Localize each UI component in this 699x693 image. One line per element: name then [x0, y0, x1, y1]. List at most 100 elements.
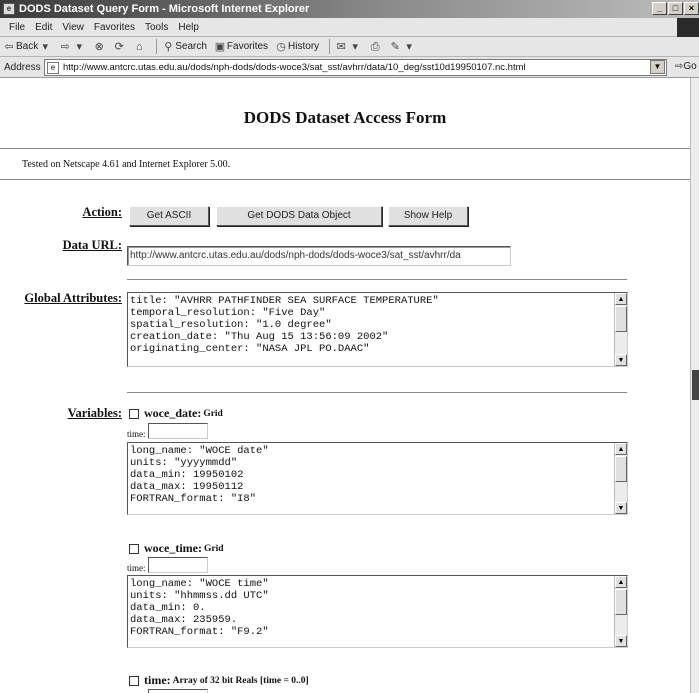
scroll-up-arrow-icon[interactable]: ▲ [615, 443, 627, 455]
scroll-up-arrow-icon[interactable]: ▲ [615, 293, 627, 305]
textarea-scrollbar[interactable]: ▲ ▼ [614, 576, 627, 647]
divider [127, 279, 627, 280]
search-icon: ⚲ [164, 40, 173, 53]
variable-header-woce-time: woce_time: Grid [129, 541, 224, 556]
print-icon: ⎙ [370, 40, 380, 53]
home-button[interactable]: ⌂ [132, 40, 146, 54]
history-icon: ◷ [276, 40, 286, 53]
chevron-down-icon: ▾ [352, 40, 358, 53]
woce-time-checkbox[interactable] [129, 543, 139, 554]
show-help-button[interactable]: Show Help [388, 206, 468, 226]
tested-note: Tested on Netscape 4.61 and Internet Exp… [22, 159, 231, 170]
variable-name: woce_date: [144, 406, 202, 420]
window-title-bar: e DODS Dataset Query Form - Microsoft In… [0, 0, 699, 18]
global-attributes-textarea[interactable]: title: "AVHRR PATHFINDER SEA SURFACE TEM… [127, 292, 628, 367]
scroll-down-arrow-icon[interactable]: ▼ [615, 502, 627, 514]
woce-time-attributes-textarea[interactable]: long_name: "WOCE time" units: "hhmmss.dd… [127, 575, 628, 648]
woce-time-attributes-text: long_name: "WOCE time" units: "hhmmss.dd… [130, 578, 269, 638]
menu-bar: File Edit View Favorites Tools Help [0, 18, 699, 37]
search-label: Search [175, 41, 207, 52]
divider [0, 179, 690, 180]
global-attributes-label: Global Attributes: [24, 291, 122, 305]
woce-time-time-input[interactable] [148, 557, 208, 573]
page-viewport: DODS Dataset Access Form Tested on Netsc… [0, 78, 690, 693]
toolbar-separator [156, 39, 158, 54]
favorites-label: Favorites [226, 41, 269, 52]
divider [127, 392, 627, 393]
variables-label: Variables: [67, 406, 122, 420]
textarea-scrollbar[interactable]: ▲ ▼ [614, 443, 627, 514]
variable-header-time: time: Array of 32 bit Reals [time = 0..0… [129, 673, 309, 688]
menu-favorites[interactable]: Favorites [94, 22, 135, 33]
close-button[interactable]: × [684, 2, 699, 15]
edit-button[interactable]: ✎ ▾ [388, 40, 416, 54]
back-button[interactable]: ⇦ Back ▾ [2, 40, 52, 54]
chevron-down-icon: ▾ [406, 40, 412, 53]
action-label: Action: [82, 205, 122, 219]
page-title: DODS Dataset Access Form [243, 108, 447, 127]
chevron-down-icon: ▾ [42, 40, 48, 53]
address-dropdown-button[interactable]: ▼ [650, 60, 665, 74]
time-checkbox[interactable] [129, 675, 139, 686]
variable-type: Grid [203, 408, 223, 419]
scroll-down-arrow-icon[interactable]: ▼ [615, 354, 627, 366]
toolbar-separator [329, 39, 331, 54]
go-button[interactable]: ⇨Go [675, 61, 697, 72]
address-bar: Address e http://www.antcrc.utas.edu.au/… [0, 57, 699, 78]
mail-button[interactable]: ✉ ▾ [334, 40, 362, 54]
forward-button[interactable]: ⇨ ▾ [58, 40, 86, 54]
home-icon: ⌂ [135, 40, 143, 53]
menu-help[interactable]: Help [178, 22, 199, 33]
refresh-button[interactable]: ⟳ [112, 40, 126, 54]
history-button[interactable]: ◷ History [274, 40, 319, 54]
mail-icon: ✉ [336, 40, 346, 53]
search-button[interactable]: ⚲ Search [161, 40, 207, 54]
menu-view[interactable]: View [62, 22, 84, 33]
scroll-thumb[interactable] [615, 306, 627, 332]
stop-icon: ⊗ [94, 40, 104, 53]
menu-tools[interactable]: Tools [145, 22, 168, 33]
menu-file[interactable]: File [9, 22, 25, 33]
back-arrow-icon: ⇦ [4, 40, 14, 53]
variable-name: time: [144, 673, 171, 687]
dimension-label: time: [127, 429, 146, 439]
scroll-thumb[interactable] [615, 589, 627, 615]
menu-edit[interactable]: Edit [35, 22, 52, 33]
variable-header-woce-date: woce_date: Grid [129, 406, 223, 421]
get-ascii-button[interactable]: Get ASCII [129, 206, 209, 226]
variable-type: Array of 32 bit Reals [time = 0..0] [172, 675, 309, 686]
time-index-input[interactable] [148, 689, 208, 693]
woce-date-attributes-textarea[interactable]: long_name: "WOCE date" units: "yyyymmdd"… [127, 442, 628, 515]
toolbar: ⇦ Back ▾ ⇨ ▾ ⊗ ⟳ ⌂ ⚲ Search ▣ Favorites … [0, 37, 699, 57]
back-label: Back [16, 41, 39, 52]
forward-arrow-icon: ⇨ [60, 40, 70, 53]
go-label: Go [683, 61, 697, 72]
page-scrollbar[interactable] [690, 78, 699, 693]
textarea-scrollbar[interactable]: ▲ ▼ [614, 293, 627, 366]
minimize-button[interactable]: _ [652, 2, 667, 15]
data-url-input[interactable]: http://www.antcrc.utas.edu.au/dods/nph-d… [127, 246, 511, 266]
window-controls: _ □ × [651, 2, 699, 15]
woce-date-checkbox[interactable] [129, 408, 139, 419]
window-title: DODS Dataset Query Form - Microsoft Inte… [19, 3, 310, 15]
woce-date-time-input[interactable] [148, 423, 208, 439]
print-button[interactable]: ⎙ [368, 40, 382, 54]
dimension-label: time: [127, 563, 146, 573]
scroll-thumb[interactable] [615, 456, 627, 482]
divider [0, 148, 690, 149]
favorites-button[interactable]: ▣ Favorites [213, 40, 268, 54]
page-scroll-thumb[interactable] [692, 370, 699, 400]
edit-icon: ✎ [390, 40, 400, 53]
history-label: History [288, 41, 320, 52]
address-input[interactable]: e http://www.antcrc.utas.edu.au/dods/nph… [44, 59, 667, 76]
get-dods-data-object-button[interactable]: Get DODS Data Object [216, 206, 382, 226]
refresh-icon: ⟳ [114, 40, 124, 53]
address-url: http://www.antcrc.utas.edu.au/dods/nph-d… [63, 62, 526, 73]
page-icon: e [47, 61, 59, 74]
scroll-down-arrow-icon[interactable]: ▼ [615, 635, 627, 647]
maximize-button[interactable]: □ [668, 2, 683, 15]
stop-button[interactable]: ⊗ [92, 40, 106, 54]
address-label: Address [4, 61, 41, 73]
scroll-up-arrow-icon[interactable]: ▲ [615, 576, 627, 588]
global-attributes-text: title: "AVHRR PATHFINDER SEA SURFACE TEM… [130, 295, 439, 355]
